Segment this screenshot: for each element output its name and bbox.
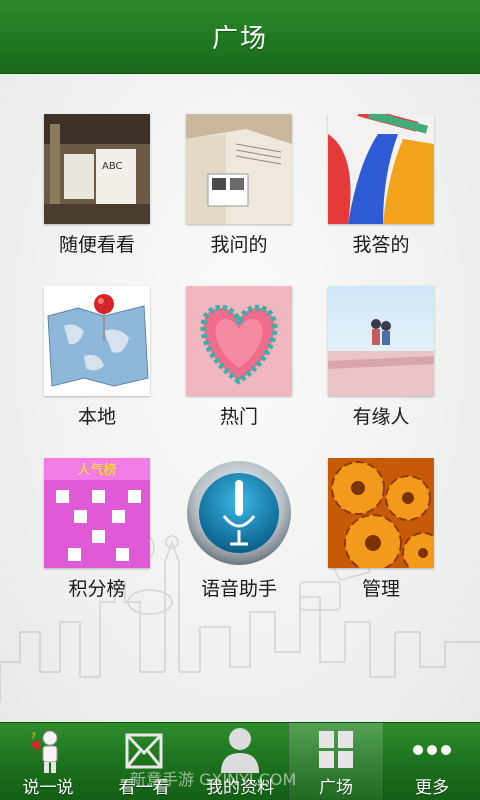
- tile-label: 随便看看: [58, 234, 135, 256]
- matchstick-heart-icon: [186, 286, 292, 396]
- speaker-person-icon: ?: [31, 730, 58, 773]
- tile-label: 我答的: [352, 234, 410, 256]
- colored-pencils-icon: [328, 114, 434, 224]
- tile-my-answers[interactable]: 我答的: [310, 114, 452, 264]
- tile-popular[interactable]: 热门: [168, 286, 310, 436]
- open-book-photo-icon: [186, 114, 292, 224]
- tab-label: 广场: [319, 778, 353, 798]
- tile-label: 有缘人: [352, 406, 410, 428]
- tile-my-questions[interactable]: 我问的: [168, 114, 310, 264]
- map-pin-icon: [44, 286, 150, 396]
- tile-label: 积分榜: [68, 578, 126, 600]
- more-dots-icon: [413, 745, 451, 755]
- tile-label: 管理: [361, 578, 400, 600]
- tab-label: 更多: [415, 778, 449, 798]
- tab-more[interactable]: 更多: [384, 723, 480, 800]
- envelope-icon: [125, 733, 163, 769]
- tile-leaderboard[interactable]: 人气榜 积分榜: [26, 458, 168, 608]
- profile-icon: [221, 728, 259, 773]
- couple-photo-icon: [328, 286, 434, 396]
- tile-label: 语音助手: [200, 578, 277, 600]
- tile-label: 本地: [77, 406, 116, 428]
- tab-say[interactable]: ? 说一说: [0, 723, 96, 800]
- app-header: 广场: [0, 0, 480, 74]
- tab-label: 看一看: [118, 778, 170, 798]
- gears-icon: [328, 458, 434, 568]
- tab-label: 我的资料: [206, 778, 274, 798]
- bottom-tab-bar: ? 说一说 看一看 我的资料 广场 更多: [0, 722, 480, 800]
- svg-text:ABC: ABC: [102, 161, 123, 172]
- tile-manage[interactable]: 管理: [310, 458, 452, 608]
- tile-random-browse[interactable]: ABC 随便看看: [26, 114, 168, 264]
- tile-destined[interactable]: 有缘人: [310, 286, 452, 436]
- svg-text:?: ?: [31, 732, 36, 742]
- tab-profile[interactable]: 我的资料: [192, 723, 288, 800]
- tab-label: 说一说: [22, 778, 74, 798]
- leaderboard-thumb-title: 人气榜: [77, 462, 116, 478]
- microphone-icon: [186, 458, 292, 568]
- tab-square[interactable]: 广场: [288, 723, 384, 800]
- bookstore-photo-icon: ABC: [44, 114, 150, 224]
- tab-look[interactable]: 看一看: [96, 723, 192, 800]
- leaderboard-icon: 人气榜: [44, 458, 150, 568]
- tile-label: 我问的: [210, 234, 268, 256]
- tile-local[interactable]: 本地: [26, 286, 168, 436]
- grid-icon: [319, 731, 353, 768]
- page-title: 广场: [211, 24, 268, 54]
- tile-voice-assistant[interactable]: 语音助手: [168, 458, 310, 608]
- main-content: ABC 随便看看 我问的 我答的 本地 热门 有缘人 人气榜 积分榜 语音助手 …: [0, 74, 480, 722]
- tile-label: 热门: [219, 406, 258, 428]
